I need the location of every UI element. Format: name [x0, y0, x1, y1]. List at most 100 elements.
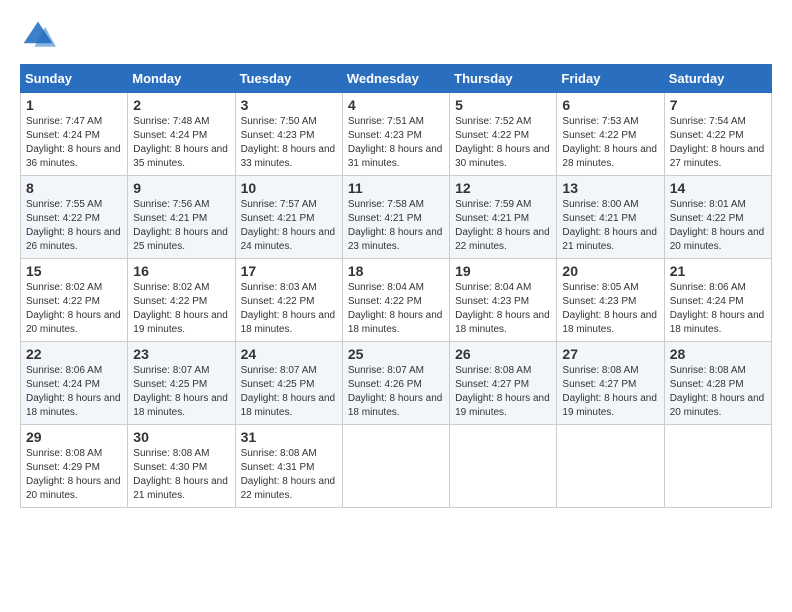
day-number: 17	[241, 263, 337, 279]
day-number: 9	[133, 180, 229, 196]
weekday-header-saturday: Saturday	[664, 65, 771, 93]
calendar-cell: 9 Sunrise: 7:56 AMSunset: 4:21 PMDaylight…	[128, 176, 235, 259]
logo-icon	[20, 18, 56, 54]
day-info: Sunrise: 8:07 AMSunset: 4:25 PMDaylight:…	[133, 364, 229, 420]
calendar-cell: 6 Sunrise: 7:53 AMSunset: 4:22 PMDaylight…	[557, 93, 664, 176]
day-info: Sunrise: 7:53 AMSunset: 4:22 PMDaylight:…	[562, 115, 658, 171]
calendar-cell: 5 Sunrise: 7:52 AMSunset: 4:22 PMDaylight…	[450, 93, 557, 176]
calendar-cell	[557, 425, 664, 508]
day-number: 23	[133, 346, 229, 362]
day-info: Sunrise: 8:02 AMSunset: 4:22 PMDaylight:…	[26, 281, 122, 337]
day-info: Sunrise: 8:03 AMSunset: 4:22 PMDaylight:…	[241, 281, 337, 337]
day-info: Sunrise: 8:07 AMSunset: 4:25 PMDaylight:…	[241, 364, 337, 420]
day-number: 27	[562, 346, 658, 362]
weekday-header-thursday: Thursday	[450, 65, 557, 93]
day-info: Sunrise: 8:08 AMSunset: 4:27 PMDaylight:…	[455, 364, 551, 420]
calendar-week-row: 1Sunrise: 7:47 AMSunset: 4:24 PMDaylight…	[21, 93, 772, 176]
calendar-cell: 7Sunrise: 7:54 AMSunset: 4:22 PMDaylight…	[664, 93, 771, 176]
calendar-cell: 21 Sunrise: 8:06 AMSunset: 4:24 PMDayligh…	[664, 259, 771, 342]
calendar-cell	[450, 425, 557, 508]
day-info: Sunrise: 8:00 AMSunset: 4:21 PMDaylight:…	[562, 198, 658, 254]
day-number: 26	[455, 346, 551, 362]
calendar-cell: 19 Sunrise: 8:04 AMSunset: 4:23 PMDayligh…	[450, 259, 557, 342]
day-info: Sunrise: 7:47 AMSunset: 4:24 PMDaylight:…	[26, 115, 122, 171]
day-number: 12	[455, 180, 551, 196]
day-number: 8	[26, 180, 122, 196]
weekday-header-monday: Monday	[128, 65, 235, 93]
calendar-cell: 15 Sunrise: 8:02 AMSunset: 4:22 PMDayligh…	[21, 259, 128, 342]
calendar-week-row: 8Sunrise: 7:55 AMSunset: 4:22 PMDaylight…	[21, 176, 772, 259]
calendar-cell: 30 Sunrise: 8:08 AMSunset: 4:30 PMDayligh…	[128, 425, 235, 508]
day-number: 16	[133, 263, 229, 279]
day-info: Sunrise: 8:06 AMSunset: 4:24 PMDaylight:…	[670, 281, 766, 337]
day-number: 19	[455, 263, 551, 279]
day-info: Sunrise: 8:04 AMSunset: 4:23 PMDaylight:…	[455, 281, 551, 337]
calendar-cell: 24 Sunrise: 8:07 AMSunset: 4:25 PMDayligh…	[235, 342, 342, 425]
weekday-header-sunday: Sunday	[21, 65, 128, 93]
weekday-header-row: SundayMondayTuesdayWednesdayThursdayFrid…	[21, 65, 772, 93]
day-info: Sunrise: 8:05 AMSunset: 4:23 PMDaylight:…	[562, 281, 658, 337]
day-number: 21	[670, 263, 766, 279]
day-info: Sunrise: 7:52 AMSunset: 4:22 PMDaylight:…	[455, 115, 551, 171]
day-number: 14	[670, 180, 766, 196]
day-number: 22	[26, 346, 122, 362]
weekday-header-tuesday: Tuesday	[235, 65, 342, 93]
calendar-week-row: 22 Sunrise: 8:06 AMSunset: 4:24 PMDayligh…	[21, 342, 772, 425]
calendar-cell: 27Sunrise: 8:08 AMSunset: 4:27 PMDayligh…	[557, 342, 664, 425]
day-number: 4	[348, 97, 444, 113]
calendar-week-row: 29Sunrise: 8:08 AMSunset: 4:29 PMDayligh…	[21, 425, 772, 508]
weekday-header-friday: Friday	[557, 65, 664, 93]
day-info: Sunrise: 7:56 AMSunset: 4:21 PMDaylight:…	[133, 198, 229, 254]
calendar-cell: 31Sunrise: 8:08 AMSunset: 4:31 PMDayligh…	[235, 425, 342, 508]
day-number: 18	[348, 263, 444, 279]
calendar-cell: 20 Sunrise: 8:05 AMSunset: 4:23 PMDayligh…	[557, 259, 664, 342]
day-info: Sunrise: 7:59 AMSunset: 4:21 PMDaylight:…	[455, 198, 551, 254]
day-info: Sunrise: 8:08 AMSunset: 4:28 PMDaylight:…	[670, 364, 766, 420]
day-info: Sunrise: 7:57 AMSunset: 4:21 PMDaylight:…	[241, 198, 337, 254]
calendar-cell: 1Sunrise: 7:47 AMSunset: 4:24 PMDaylight…	[21, 93, 128, 176]
day-info: Sunrise: 7:54 AMSunset: 4:22 PMDaylight:…	[670, 115, 766, 171]
calendar-cell: 8Sunrise: 7:55 AMSunset: 4:22 PMDaylight…	[21, 176, 128, 259]
day-number: 28	[670, 346, 766, 362]
day-number: 15	[26, 263, 122, 279]
calendar-cell: 25Sunrise: 8:07 AMSunset: 4:26 PMDayligh…	[342, 342, 449, 425]
calendar-cell: 4 Sunrise: 7:51 AMSunset: 4:23 PMDaylight…	[342, 93, 449, 176]
day-number: 6	[562, 97, 658, 113]
page: SundayMondayTuesdayWednesdayThursdayFrid…	[0, 0, 792, 612]
calendar-cell: 22 Sunrise: 8:06 AMSunset: 4:24 PMDayligh…	[21, 342, 128, 425]
day-number: 31	[241, 429, 337, 445]
calendar-table: SundayMondayTuesdayWednesdayThursdayFrid…	[20, 64, 772, 508]
weekday-header-wednesday: Wednesday	[342, 65, 449, 93]
calendar-cell: 13 Sunrise: 8:00 AMSunset: 4:21 PMDayligh…	[557, 176, 664, 259]
day-info: Sunrise: 8:02 AMSunset: 4:22 PMDaylight:…	[133, 281, 229, 337]
day-info: Sunrise: 8:08 AMSunset: 4:30 PMDaylight:…	[133, 447, 229, 503]
calendar-cell: 2 Sunrise: 7:48 AMSunset: 4:24 PMDaylight…	[128, 93, 235, 176]
day-info: Sunrise: 7:58 AMSunset: 4:21 PMDaylight:…	[348, 198, 444, 254]
day-number: 25	[348, 346, 444, 362]
day-number: 20	[562, 263, 658, 279]
calendar-cell: 26 Sunrise: 8:08 AMSunset: 4:27 PMDayligh…	[450, 342, 557, 425]
day-info: Sunrise: 7:51 AMSunset: 4:23 PMDaylight:…	[348, 115, 444, 171]
day-number: 24	[241, 346, 337, 362]
header	[20, 18, 772, 54]
calendar-cell: 11 Sunrise: 7:58 AMSunset: 4:21 PMDayligh…	[342, 176, 449, 259]
day-number: 30	[133, 429, 229, 445]
calendar-cell: 23 Sunrise: 8:07 AMSunset: 4:25 PMDayligh…	[128, 342, 235, 425]
day-number: 2	[133, 97, 229, 113]
day-number: 3	[241, 97, 337, 113]
calendar-cell	[664, 425, 771, 508]
day-info: Sunrise: 8:06 AMSunset: 4:24 PMDaylight:…	[26, 364, 122, 420]
calendar-cell: 14 Sunrise: 8:01 AMSunset: 4:22 PMDayligh…	[664, 176, 771, 259]
calendar-cell: 12 Sunrise: 7:59 AMSunset: 4:21 PMDayligh…	[450, 176, 557, 259]
day-info: Sunrise: 8:04 AMSunset: 4:22 PMDaylight:…	[348, 281, 444, 337]
logo-area	[20, 18, 60, 54]
calendar-cell: 29Sunrise: 8:08 AMSunset: 4:29 PMDayligh…	[21, 425, 128, 508]
day-info: Sunrise: 7:48 AMSunset: 4:24 PMDaylight:…	[133, 115, 229, 171]
calendar-week-row: 15 Sunrise: 8:02 AMSunset: 4:22 PMDayligh…	[21, 259, 772, 342]
day-number: 13	[562, 180, 658, 196]
day-number: 11	[348, 180, 444, 196]
day-number: 5	[455, 97, 551, 113]
day-info: Sunrise: 8:01 AMSunset: 4:22 PMDaylight:…	[670, 198, 766, 254]
day-number: 29	[26, 429, 122, 445]
day-info: Sunrise: 7:50 AMSunset: 4:23 PMDaylight:…	[241, 115, 337, 171]
